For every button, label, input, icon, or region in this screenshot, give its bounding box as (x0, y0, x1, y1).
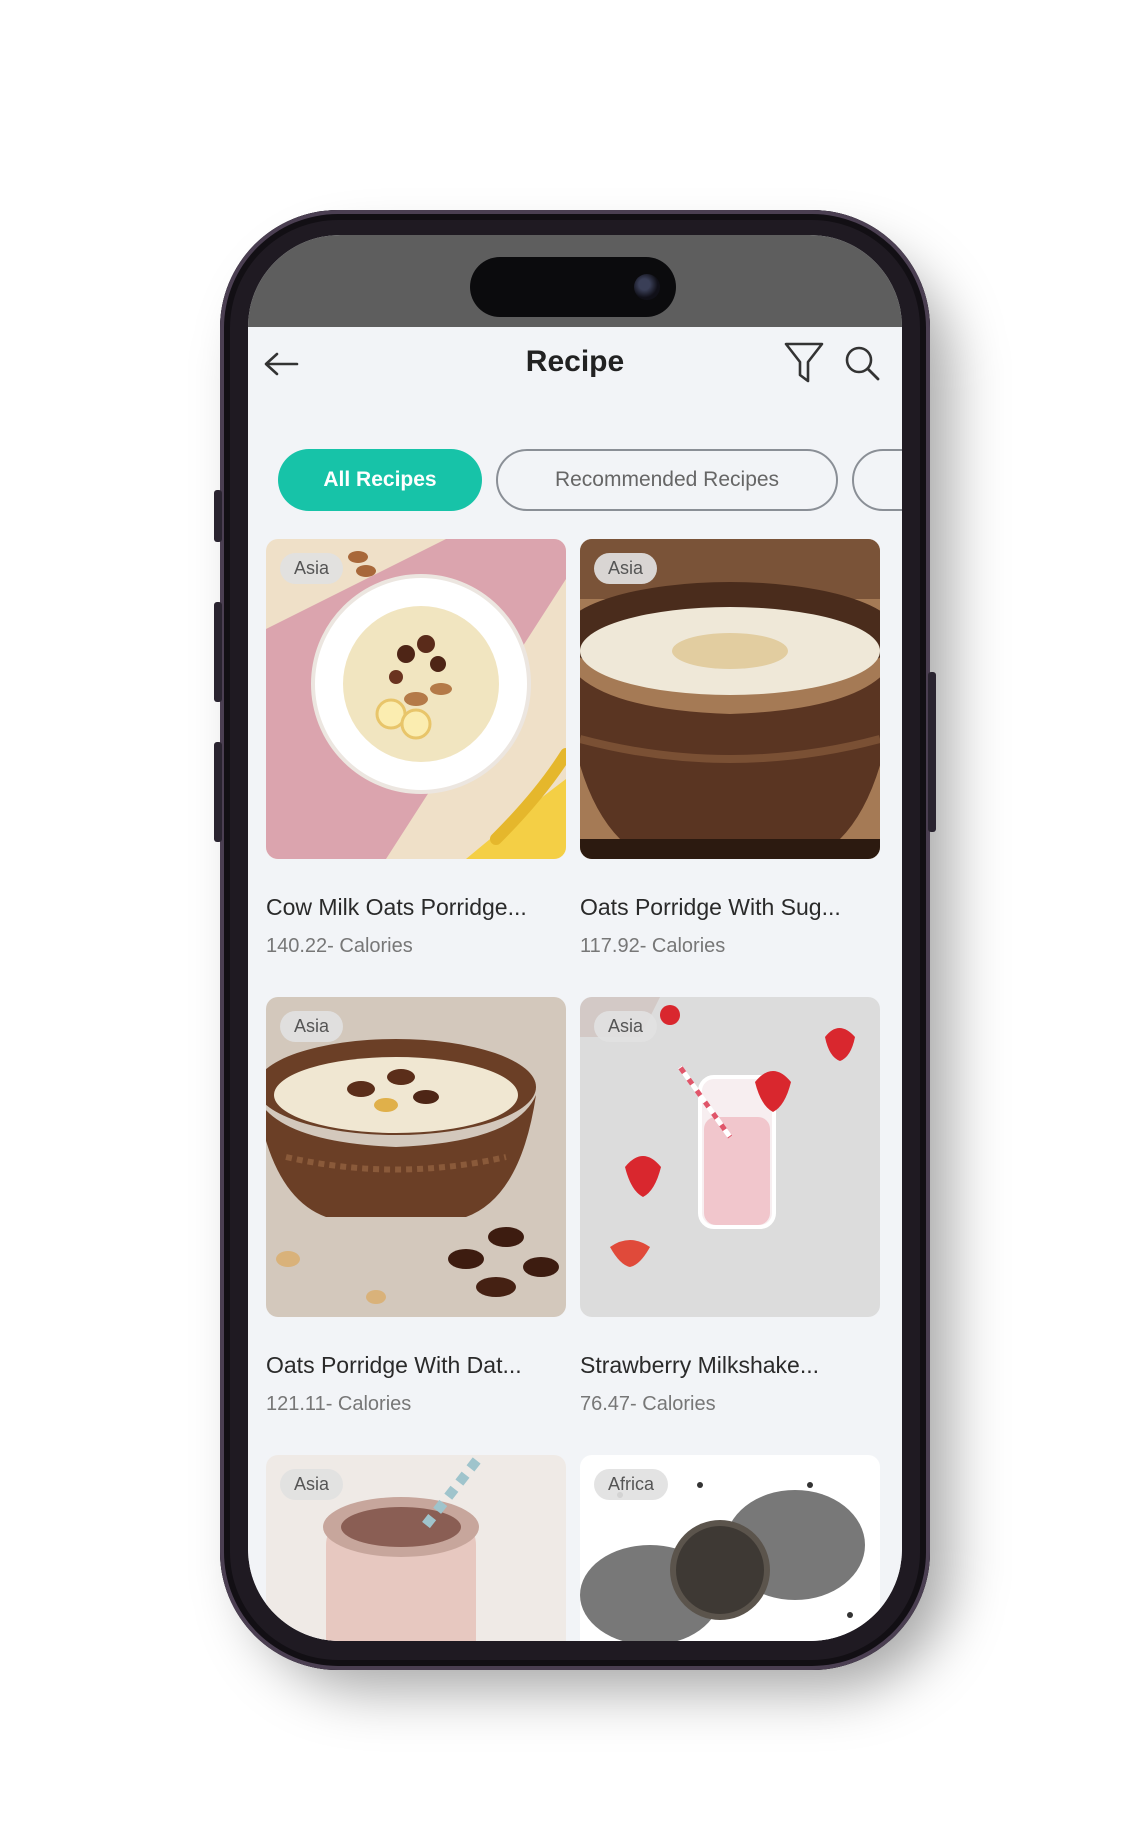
region-badge: Africa (594, 1469, 669, 1500)
dynamic-island (470, 257, 676, 317)
region-badge: Asia (594, 1011, 658, 1042)
recipe-image: Asia (266, 1455, 566, 1641)
recipe-image: Asia (266, 539, 566, 859)
volume-down-button (214, 742, 222, 842)
recipe-image: Africa (580, 1455, 880, 1641)
region-badge: Asia (280, 553, 344, 584)
power-button (928, 672, 936, 832)
recipe-calories: 140.22- Calories (266, 935, 413, 957)
recipe-app: Recipe All Recipes Recommended Recipes A… (248, 327, 902, 1641)
recipe-calories: 117.92- Calories (580, 935, 726, 957)
chip-label: All Recipes (323, 468, 437, 491)
category-chips: All Recipes Recommended Recipes (278, 449, 902, 515)
phone-screen: Recipe All Recipes Recommended Recipes A… (248, 235, 902, 1641)
recipe-calories: 76.47- Calories (580, 1393, 716, 1415)
search-icon (845, 346, 880, 381)
recipe-calories: 121.11- Calories (266, 1393, 412, 1415)
chip-label: Recommended Recipes (554, 468, 780, 491)
status-bar (248, 235, 902, 327)
top-bar: Recipe (248, 327, 902, 407)
recipe-image: Asia (580, 539, 880, 859)
recipe-title: Oats Porridge With Dat... (266, 1352, 522, 1378)
chip-all-recipes[interactable]: All Recipes (278, 449, 482, 511)
chip-recommended-recipes[interactable]: Recommended Recipes (496, 449, 838, 511)
filter-button[interactable] (778, 337, 830, 389)
region-badge: Asia (594, 553, 658, 584)
region-badge: Asia (280, 1469, 344, 1500)
action-button (214, 490, 222, 542)
recipe-title: Strawberry Milkshake... (580, 1352, 820, 1378)
funnel-icon (784, 342, 824, 383)
camera-icon (634, 274, 660, 300)
recipe-title: Cow Milk Oats Porridge... (266, 894, 527, 920)
region-badge: Asia (280, 1011, 344, 1042)
recipe-image: Asia (580, 997, 880, 1317)
volume-up-button (214, 602, 222, 702)
recipe-image: Asia (266, 997, 566, 1317)
chip-more[interactable] (852, 449, 902, 511)
search-button[interactable] (836, 337, 888, 389)
recipe-title: Oats Porridge With Sug... (580, 894, 841, 920)
